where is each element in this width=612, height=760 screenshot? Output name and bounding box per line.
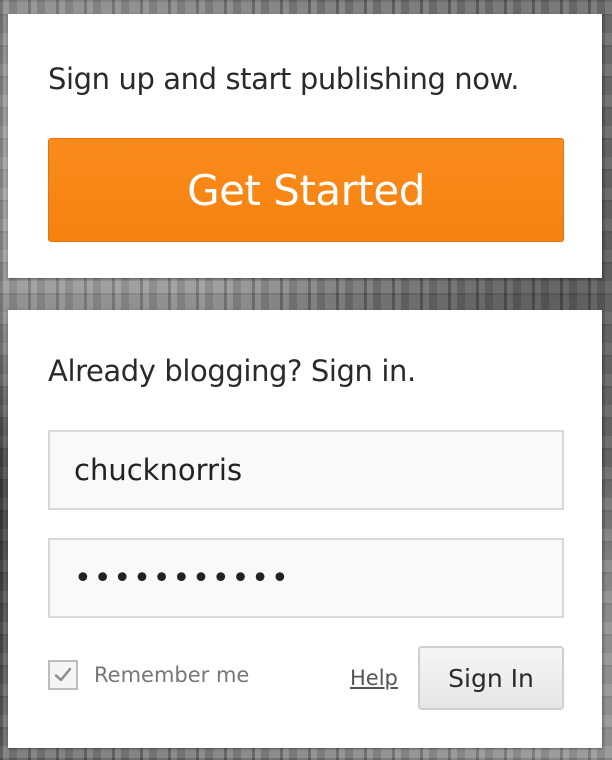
sign-in-button[interactable]: Sign In	[418, 646, 564, 710]
signin-prompt: Already blogging? Sign in.	[48, 354, 416, 388]
remember-me[interactable]: Remember me	[48, 660, 249, 690]
password-value: •••••••••••	[74, 560, 291, 596]
signin-actions-row: Remember me Help Sign In	[48, 646, 564, 710]
get-started-button[interactable]: Get Started	[48, 138, 564, 242]
help-link[interactable]: Help	[350, 666, 398, 690]
signup-prompt: Sign up and start publishing now.	[48, 62, 520, 96]
signin-panel: Already blogging? Sign in. chucknorris •…	[8, 310, 602, 748]
remember-checkbox[interactable]	[48, 660, 78, 690]
username-field[interactable]: chucknorris	[48, 430, 564, 510]
signup-panel: Sign up and start publishing now. Get St…	[8, 14, 602, 278]
checkmark-icon	[54, 667, 72, 682]
username-value: chucknorris	[74, 453, 243, 487]
password-field[interactable]: •••••••••••	[48, 538, 564, 618]
remember-me-label: Remember me	[94, 663, 250, 687]
